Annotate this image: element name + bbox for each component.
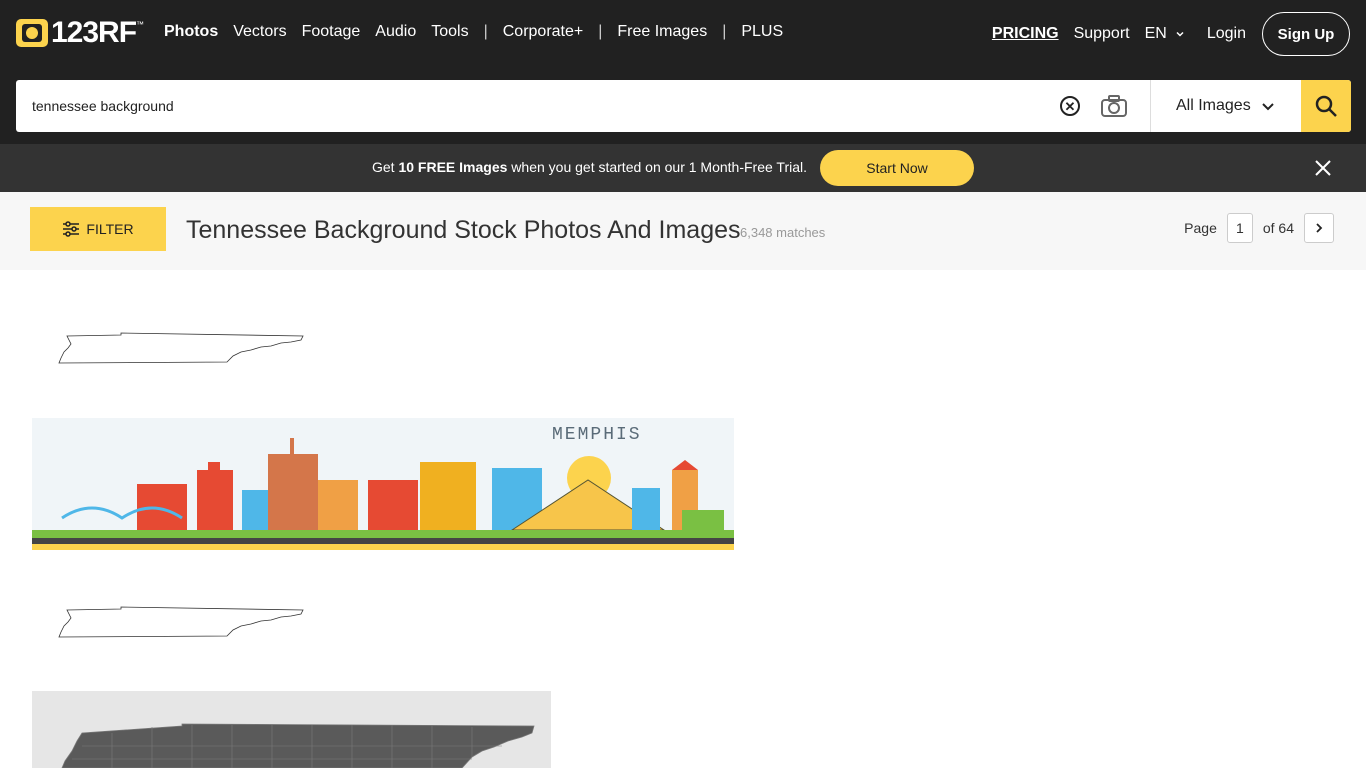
category-label: All Images: [1176, 97, 1251, 114]
nav-separator: |: [483, 23, 488, 40]
search-button[interactable]: [1301, 80, 1351, 132]
signup-button[interactable]: Sign Up: [1262, 12, 1350, 56]
clear-search-icon[interactable]: ✕: [1060, 96, 1080, 116]
match-count: 6,348 matches: [740, 225, 826, 240]
memphis-label: MEMPHIS: [552, 425, 642, 445]
pricing-link[interactable]: PRICING: [992, 25, 1059, 43]
nav-corporate-plus[interactable]: Corporate+: [503, 23, 584, 41]
nav-plus[interactable]: PLUS: [741, 23, 783, 41]
result-image-tennessee-outline[interactable]: [55, 604, 307, 640]
nav-separator: |: [722, 23, 727, 40]
support-link[interactable]: Support: [1074, 25, 1130, 43]
nav-footage[interactable]: Footage: [302, 23, 361, 41]
next-page-button[interactable]: [1304, 213, 1334, 243]
filter-label: FILTER: [86, 221, 134, 237]
start-now-button[interactable]: Start Now: [820, 150, 974, 186]
camera-search-icon[interactable]: [1100, 94, 1128, 118]
search-section: ✕ All Images: [0, 68, 1366, 144]
nav-vectors[interactable]: Vectors: [233, 23, 286, 41]
nav-photos[interactable]: Photos: [164, 23, 218, 41]
search-input[interactable]: [32, 80, 1032, 132]
result-image-tennessee-county-map[interactable]: [32, 691, 551, 768]
nav-audio[interactable]: Audio: [375, 23, 416, 41]
results-header: FILTER Tennessee Background Stock Photos…: [0, 192, 1366, 270]
language-label: EN: [1144, 25, 1167, 42]
page-total: of 64: [1262, 220, 1294, 236]
result-image-tennessee-outline[interactable]: [55, 330, 307, 366]
result-image-memphis-skyline[interactable]: MEMPHIS: [32, 418, 734, 550]
filter-button[interactable]: FILTER: [30, 207, 166, 251]
logo[interactable]: 123RF ™: [16, 16, 144, 49]
search-icon: [1315, 95, 1337, 117]
page-number-input[interactable]: 1: [1226, 213, 1253, 243]
tennessee-map-illustration: [32, 691, 551, 768]
nav-free-images[interactable]: Free Images: [617, 23, 707, 41]
language-selector[interactable]: EN: [1145, 25, 1185, 43]
top-navbar: 123RF ™ Photos Vectors Footage Audio Too…: [0, 0, 1366, 68]
login-link[interactable]: Login: [1207, 25, 1246, 43]
right-nav: PRICING Support EN Login Sign Up: [992, 12, 1350, 56]
promo-banner: Get 10 FREE Images when you get started …: [0, 144, 1366, 192]
chevron-down-icon: [1261, 103, 1274, 111]
chevron-down-icon: [1176, 31, 1184, 37]
close-icon[interactable]: [1313, 158, 1333, 178]
search-bar: ✕ All Images: [16, 80, 1351, 132]
memphis-skyline-illustration: MEMPHIS: [32, 418, 734, 550]
promo-text: Get 10 FREE Images when you get started …: [372, 159, 808, 175]
page-label: Page: [1184, 220, 1217, 236]
camera-logo-icon: [16, 19, 48, 47]
category-dropdown[interactable]: All Images: [1176, 80, 1275, 132]
page-title: Tennessee Background Stock Photos And Im…: [186, 216, 741, 244]
nav-separator: |: [598, 23, 603, 40]
nav-tools[interactable]: Tools: [431, 23, 468, 41]
pagination: Page 1 of 64: [1184, 213, 1334, 243]
logo-text: 123RF: [51, 16, 137, 49]
chevron-right-icon: [1316, 223, 1323, 233]
main-nav: Photos Vectors Footage Audio Tools | Cor…: [164, 23, 798, 41]
filter-sliders-icon: [63, 221, 80, 237]
